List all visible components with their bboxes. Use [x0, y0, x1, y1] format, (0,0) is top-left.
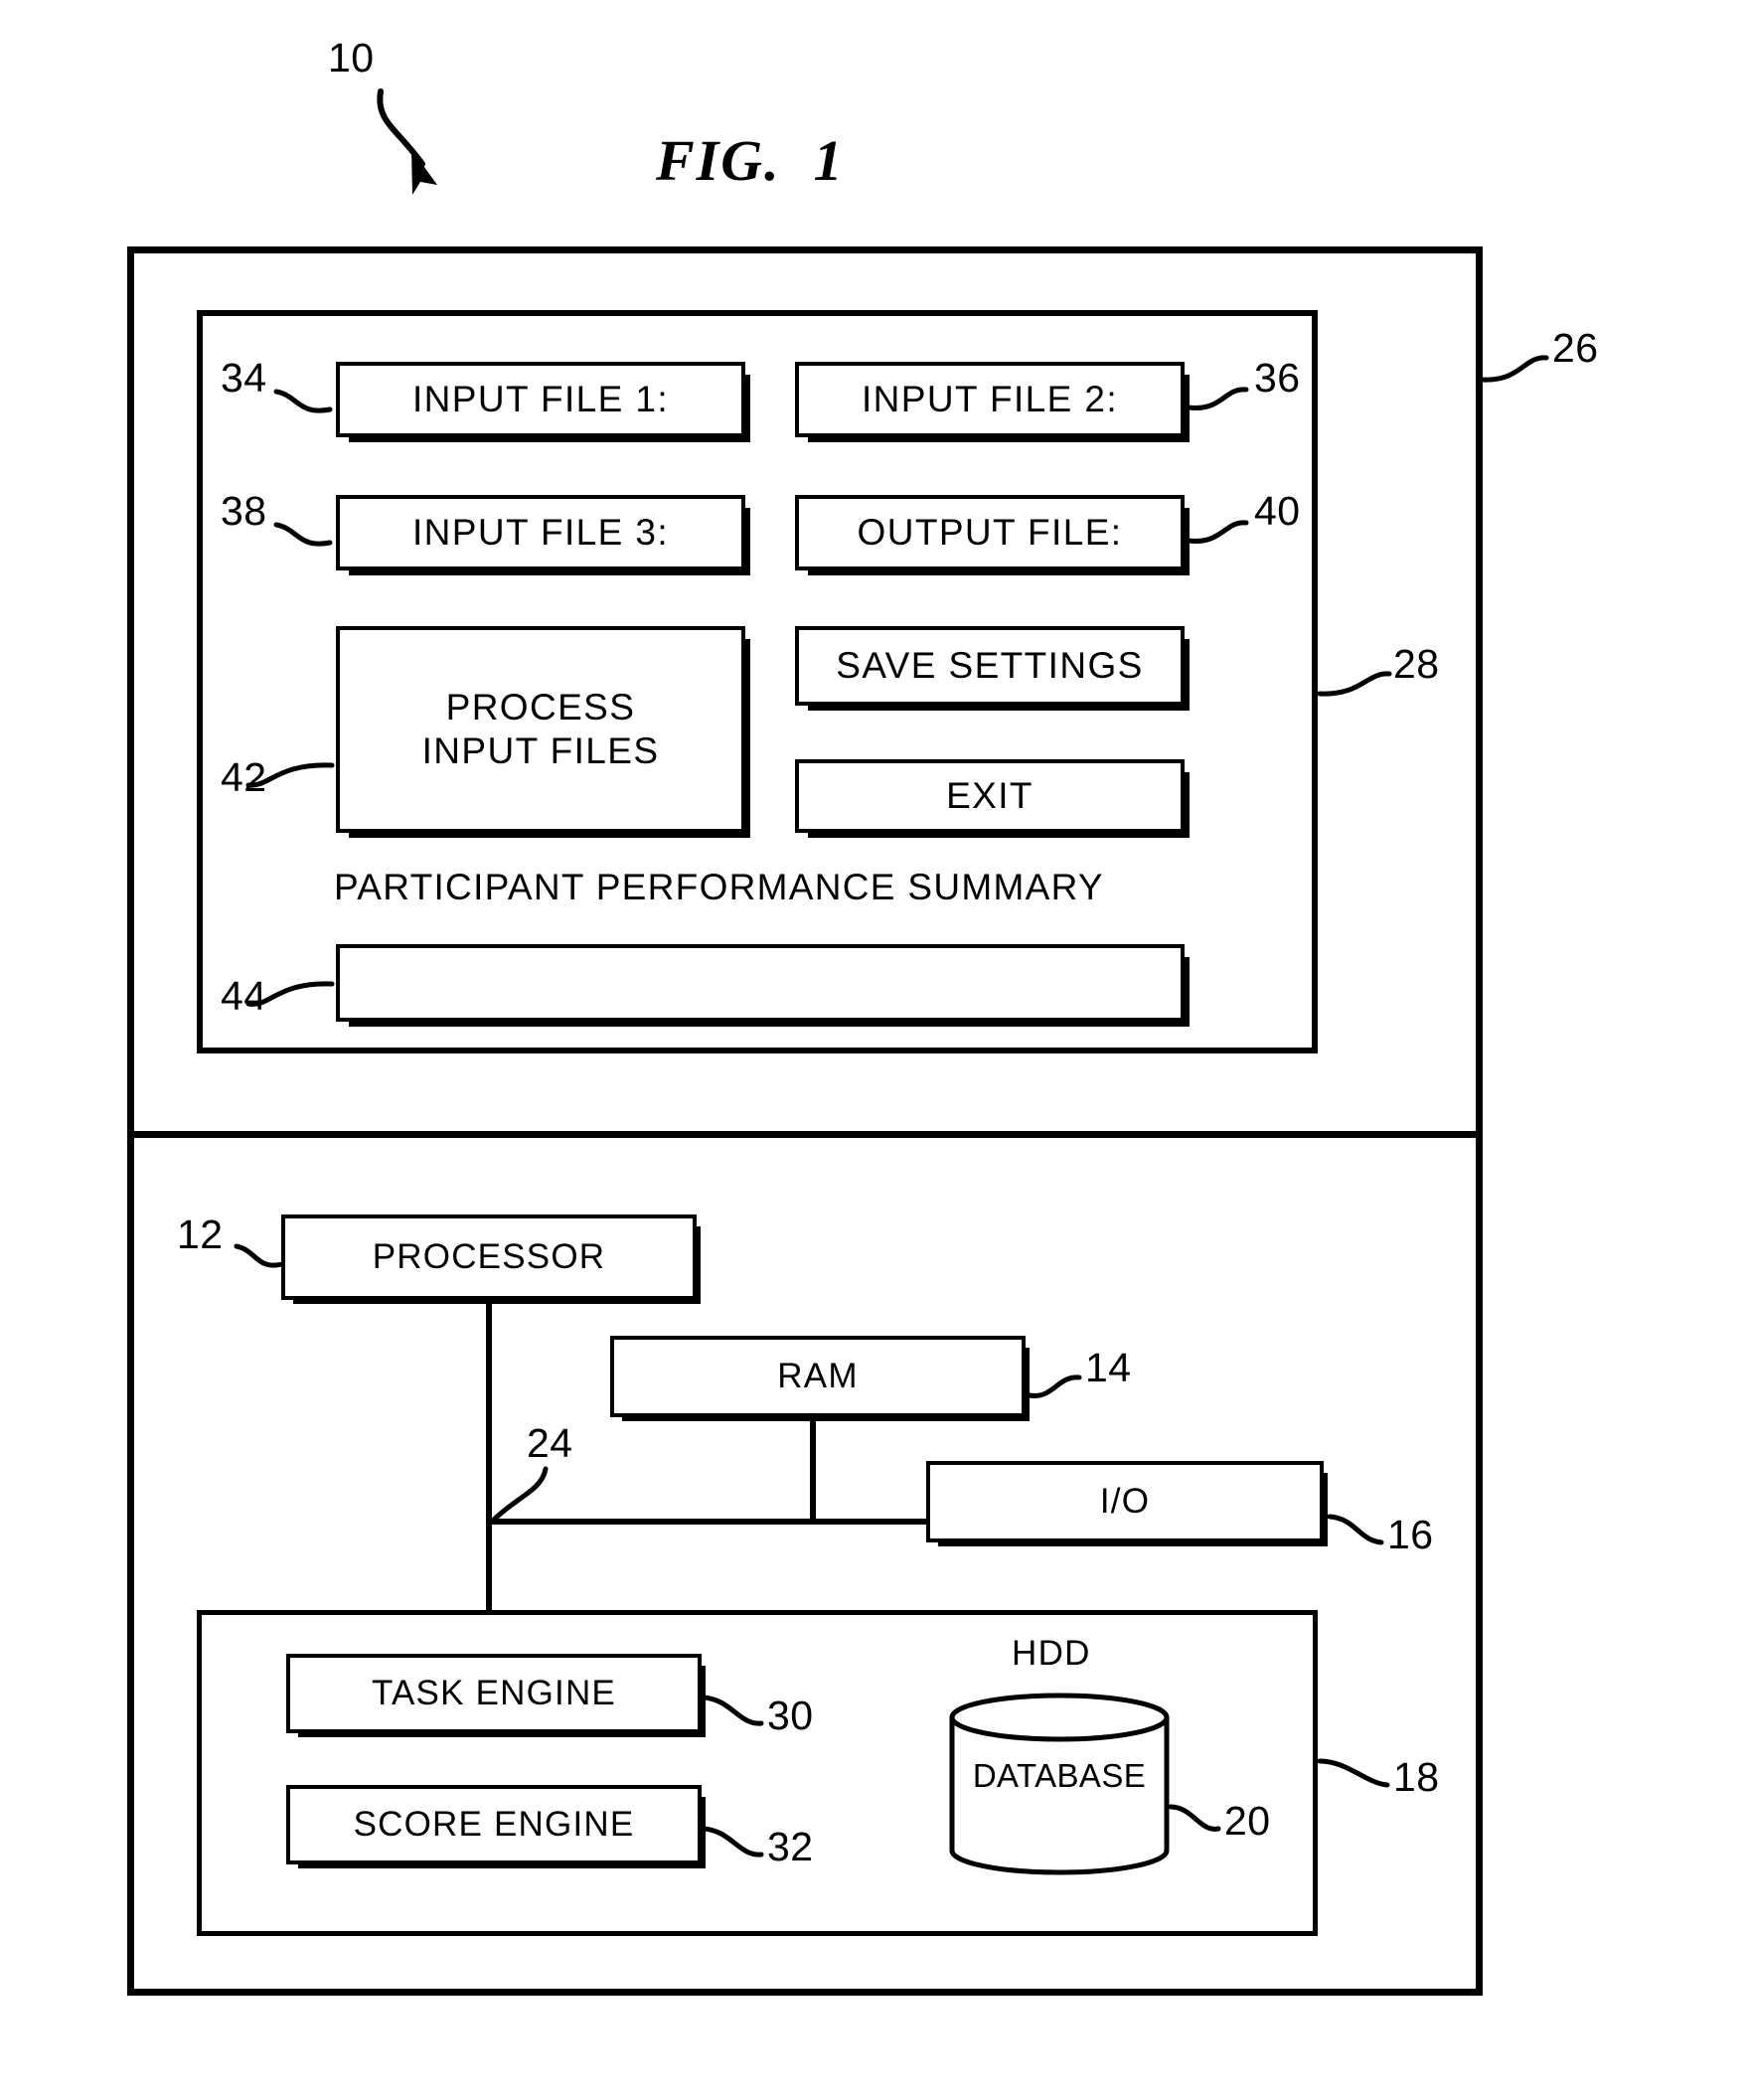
exit-button[interactable]: EXIT [795, 759, 1185, 833]
enclosure-divider [127, 1131, 1483, 1138]
ref-label-ram: 14 [1085, 1345, 1132, 1390]
system-arrowhead [411, 149, 437, 195]
ref-label-score-engine: 32 [767, 1824, 814, 1869]
ref-label-process-input-files: 42 [221, 754, 267, 800]
input-file-3-button[interactable]: INPUT FILE 3: [336, 495, 745, 570]
bus-horizontal [486, 1519, 933, 1525]
bus-vertical-trunk [486, 1264, 492, 1646]
ref-label-processor: 12 [177, 1212, 224, 1257]
ref-label-gui: 28 [1393, 641, 1440, 687]
ref-label-task-engine: 30 [767, 1693, 814, 1738]
input-file-2-button[interactable]: INPUT FILE 2: [795, 362, 1185, 437]
output-file-button[interactable]: OUTPUT FILE: [795, 495, 1185, 570]
ref-label-input-file-3: 38 [221, 488, 267, 534]
save-settings-button[interactable]: SAVE SETTINGS [795, 626, 1185, 706]
ref-label-database: 20 [1224, 1798, 1271, 1844]
figure-title: FIG. 1 [656, 128, 845, 193]
io-box: I/O [926, 1461, 1324, 1542]
summary-heading: PARTICIPANT PERFORMANCE SUMMARY [334, 867, 1104, 907]
ref-label-bus: 24 [527, 1420, 573, 1466]
ref-label-input-file-1: 34 [221, 355, 267, 401]
process-input-files-button[interactable]: PROCESS INPUT FILES [336, 626, 745, 833]
ref-label-io: 16 [1387, 1512, 1434, 1557]
task-engine-box: TASK ENGINE [286, 1654, 702, 1733]
ram-box: RAM [610, 1336, 1026, 1417]
ref-label-summary-field: 44 [221, 973, 267, 1019]
input-file-1-button[interactable]: INPUT FILE 1: [336, 362, 745, 437]
ref-label-input-file-2: 36 [1254, 355, 1301, 401]
database-label: DATABASE [972, 1757, 1147, 1794]
hdd-heading: HDD [1012, 1634, 1091, 1673]
ref-label-storage: 18 [1393, 1754, 1440, 1800]
ref-label-computer: 26 [1552, 325, 1599, 371]
ref-label-output-file: 40 [1254, 488, 1301, 534]
participant-performance-summary-field[interactable] [336, 944, 1185, 1022]
processor-box: PROCESSOR [281, 1214, 697, 1300]
score-engine-box: SCORE ENGINE [286, 1785, 702, 1864]
ref-label-system: 10 [328, 35, 375, 81]
